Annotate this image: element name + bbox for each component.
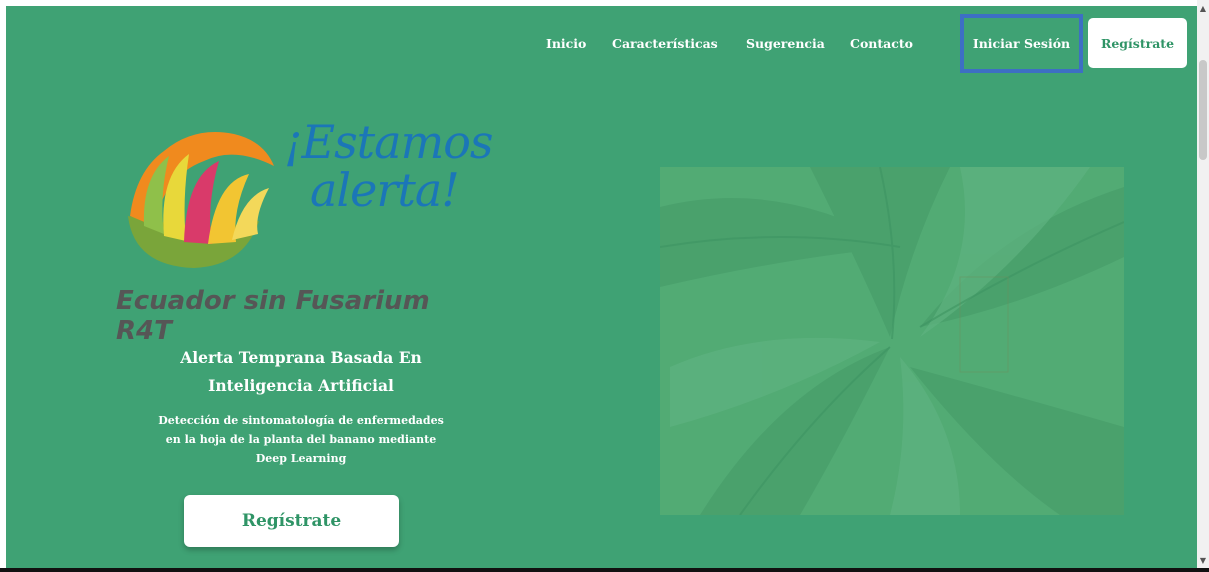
register-cta-button[interactable]: Regístrate xyxy=(184,495,399,547)
logo-headline-line2: alerta! xyxy=(310,163,460,217)
hero-desc-line2: en la hoja de la planta del banano media… xyxy=(165,433,437,446)
hero-desc-line1: Detección de sintomatología de enfermeda… xyxy=(158,414,444,427)
banana-bunch-icon xyxy=(128,132,274,268)
scroll-down-icon[interactable]: ▼ xyxy=(1197,554,1209,566)
nav-link-inicio[interactable]: Inicio xyxy=(546,36,586,51)
landing-page: Inicio Características Sugerencia Contac… xyxy=(6,6,1197,568)
hero-desc-line3: Deep Learning xyxy=(255,452,347,465)
page-bottom-border xyxy=(0,568,1209,572)
login-button[interactable]: Iniciar Sesión xyxy=(960,14,1083,73)
logo-subtitle: Ecuador sin Fusarium R4T xyxy=(116,286,430,346)
nav-link-sugerencia[interactable]: Sugerencia xyxy=(746,36,825,51)
hero-title-line1: Alerta Temprana Basada En xyxy=(180,348,422,367)
logo-headline: ¡Estamos alerta! xyxy=(284,118,494,217)
vertical-scrollbar[interactable]: ▲ ▼ xyxy=(1197,0,1209,568)
scroll-up-icon[interactable]: ▲ xyxy=(1197,2,1209,14)
nav-link-caracteristicas[interactable]: Características xyxy=(612,36,718,51)
scroll-thumb[interactable] xyxy=(1199,60,1207,160)
banana-leaves-image xyxy=(660,167,1124,515)
hero-title-line2: Inteligencia Artificial xyxy=(208,376,394,395)
top-navigation: Inicio Características Sugerencia Contac… xyxy=(6,6,1197,76)
logo-headline-line1: ¡Estamos xyxy=(284,115,494,169)
hero-description: Detección de sintomatología de enfermeda… xyxy=(116,411,486,468)
register-nav-button[interactable]: Regístrate xyxy=(1088,18,1187,68)
hero-title: Alerta Temprana Basada En Inteligencia A… xyxy=(116,344,486,400)
estamos-alerta-logo: ¡Estamos alerta! xyxy=(124,116,494,276)
nav-link-contacto[interactable]: Contacto xyxy=(850,36,913,51)
